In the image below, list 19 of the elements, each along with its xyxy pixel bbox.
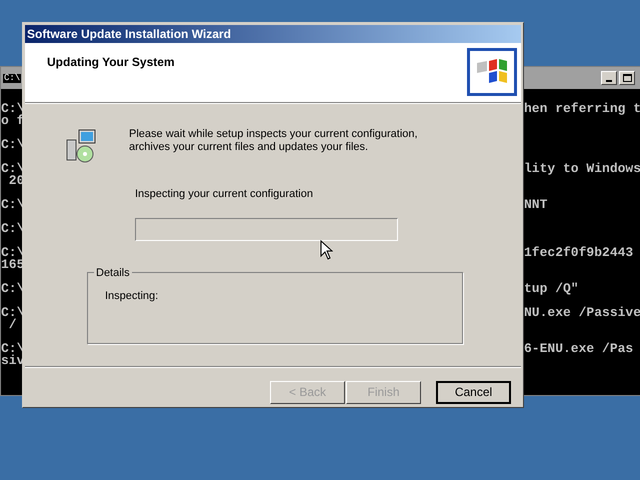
- console-text: 1fec2f0f9b2443: [524, 245, 634, 260]
- console-icon: C:\: [3, 74, 22, 82]
- maximize-button[interactable]: [619, 71, 635, 85]
- mouse-cursor-icon: [320, 240, 333, 261]
- console-text: lity to Windows: [524, 161, 640, 176]
- details-text: Inspecting:: [105, 288, 158, 304]
- console-text: tup /Q": [524, 281, 579, 296]
- console-text: hen referring t: [524, 101, 640, 116]
- console-text: 6-ENU.exe /Pas: [524, 341, 634, 356]
- console-text: NU.exe /Passive: [524, 305, 640, 320]
- console-text: /: [8, 317, 17, 332]
- wizard-message: Please wait while setup inspects your current configuration, archives your current files and updates your files.: [129, 128, 419, 155]
- status-label: Inspecting your current configuration: [135, 187, 313, 202]
- minimize-button[interactable]: [601, 71, 617, 85]
- wizard-button[interactable]: Cancel: [436, 380, 511, 404]
- console-text: NNT: [524, 197, 548, 212]
- window-title: Software Update Installation Wizard: [27, 26, 231, 43]
- page-heading: Updating Your System: [47, 54, 175, 71]
- windows-logo-icon: [467, 48, 517, 96]
